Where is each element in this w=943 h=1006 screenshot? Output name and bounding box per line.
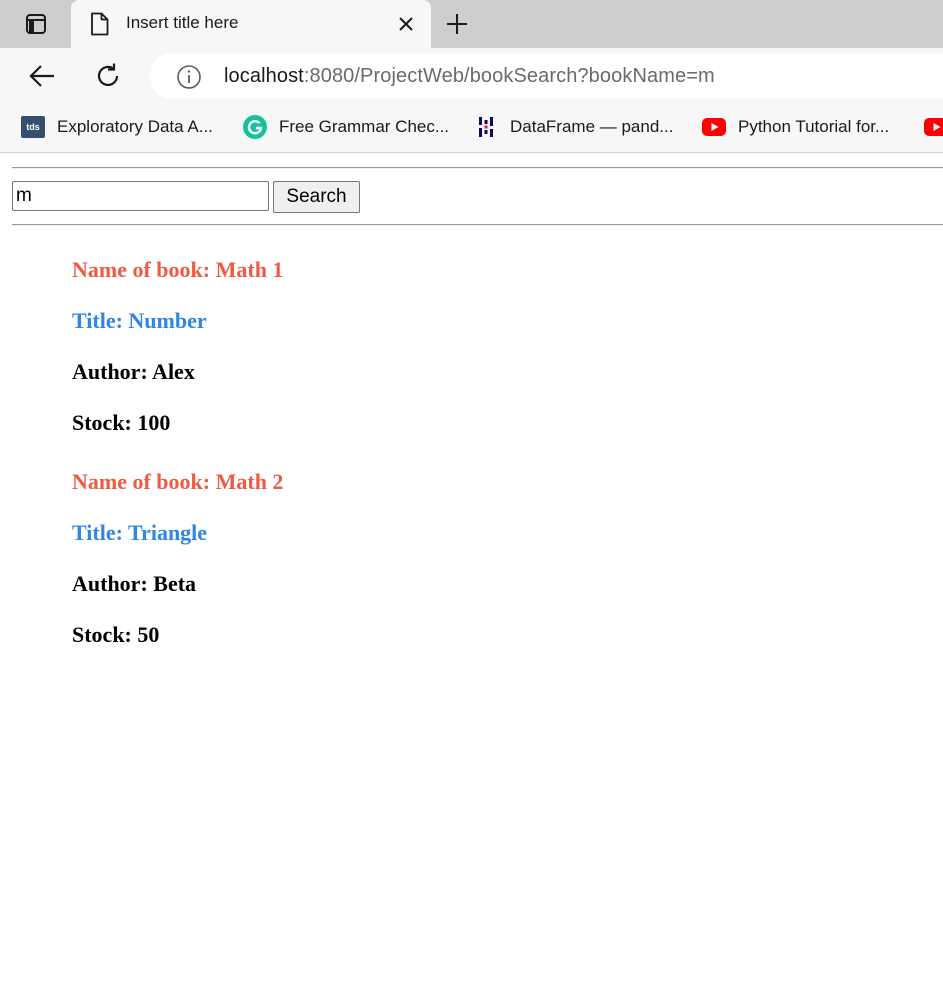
- bookmark-label: Exploratory Data A...: [57, 117, 213, 136]
- tds-icon: tds: [21, 115, 45, 139]
- search-button[interactable]: Search: [273, 181, 360, 213]
- youtube-icon: [702, 115, 726, 139]
- grammarly-icon: [243, 115, 267, 139]
- bookmark-label: DataFrame — pand...: [510, 117, 674, 136]
- book-author: Author: Beta: [72, 571, 197, 596]
- tab-strip: Insert title here: [0, 0, 943, 48]
- url-text: localhost:8080/ProjectWeb/bookSearch?boo…: [224, 65, 715, 88]
- bookmark-python-tutorial[interactable]: Python Tutorial for...: [702, 114, 889, 140]
- page-content: Search Name of book: Math 1 Title: Numbe…: [0, 153, 943, 1006]
- bookmark-dataframe[interactable]: DataFrame — pand...: [474, 114, 673, 140]
- book-author: Author: Alex: [72, 359, 195, 384]
- book-stock: Stock: 50: [72, 622, 160, 647]
- top-divider: [12, 167, 943, 169]
- bottom-divider: [12, 224, 943, 226]
- youtube-icon: [924, 115, 943, 139]
- book-stock: Stock: 100: [72, 410, 171, 435]
- book-name: Name of book: Math 1: [72, 257, 284, 282]
- bookmarks-bar: tds Exploratory Data A... Free Grammar C…: [0, 104, 943, 153]
- browser-toolbar: localhost:8080/ProjectWeb/bookSearch?boo…: [0, 48, 943, 104]
- active-tab[interactable]: Insert title here: [71, 0, 431, 48]
- book-name: Name of book: Math 2: [72, 469, 284, 494]
- bookmark-youtube[interactable]: [924, 114, 943, 140]
- address-bar[interactable]: localhost:8080/ProjectWeb/bookSearch?boo…: [150, 53, 943, 99]
- pandas-icon: [474, 115, 498, 139]
- book-title: Title: Number: [72, 308, 207, 333]
- bookmark-grammar-checker[interactable]: Free Grammar Chec...: [243, 114, 449, 140]
- url-host: localhost: [224, 65, 304, 87]
- bookmark-label: Python Tutorial for...: [738, 117, 890, 136]
- tab-actions-icon[interactable]: [14, 12, 58, 36]
- close-tab-icon[interactable]: [394, 12, 418, 36]
- book-name-input[interactable]: [12, 181, 269, 211]
- new-tab-icon[interactable]: [444, 11, 470, 37]
- url-path: :8080/ProjectWeb/bookSearch?bookName=m: [303, 65, 715, 87]
- site-info-icon[interactable]: [176, 64, 202, 95]
- page-icon: [89, 12, 109, 41]
- tab-title: Insert title here: [126, 13, 239, 32]
- bookmark-label: Free Grammar Chec...: [279, 117, 450, 136]
- bookmark-exploratory-data[interactable]: tds Exploratory Data A...: [21, 114, 213, 140]
- book-title: Title: Triangle: [72, 520, 208, 545]
- reload-icon[interactable]: [94, 62, 122, 90]
- back-icon[interactable]: [28, 62, 56, 90]
